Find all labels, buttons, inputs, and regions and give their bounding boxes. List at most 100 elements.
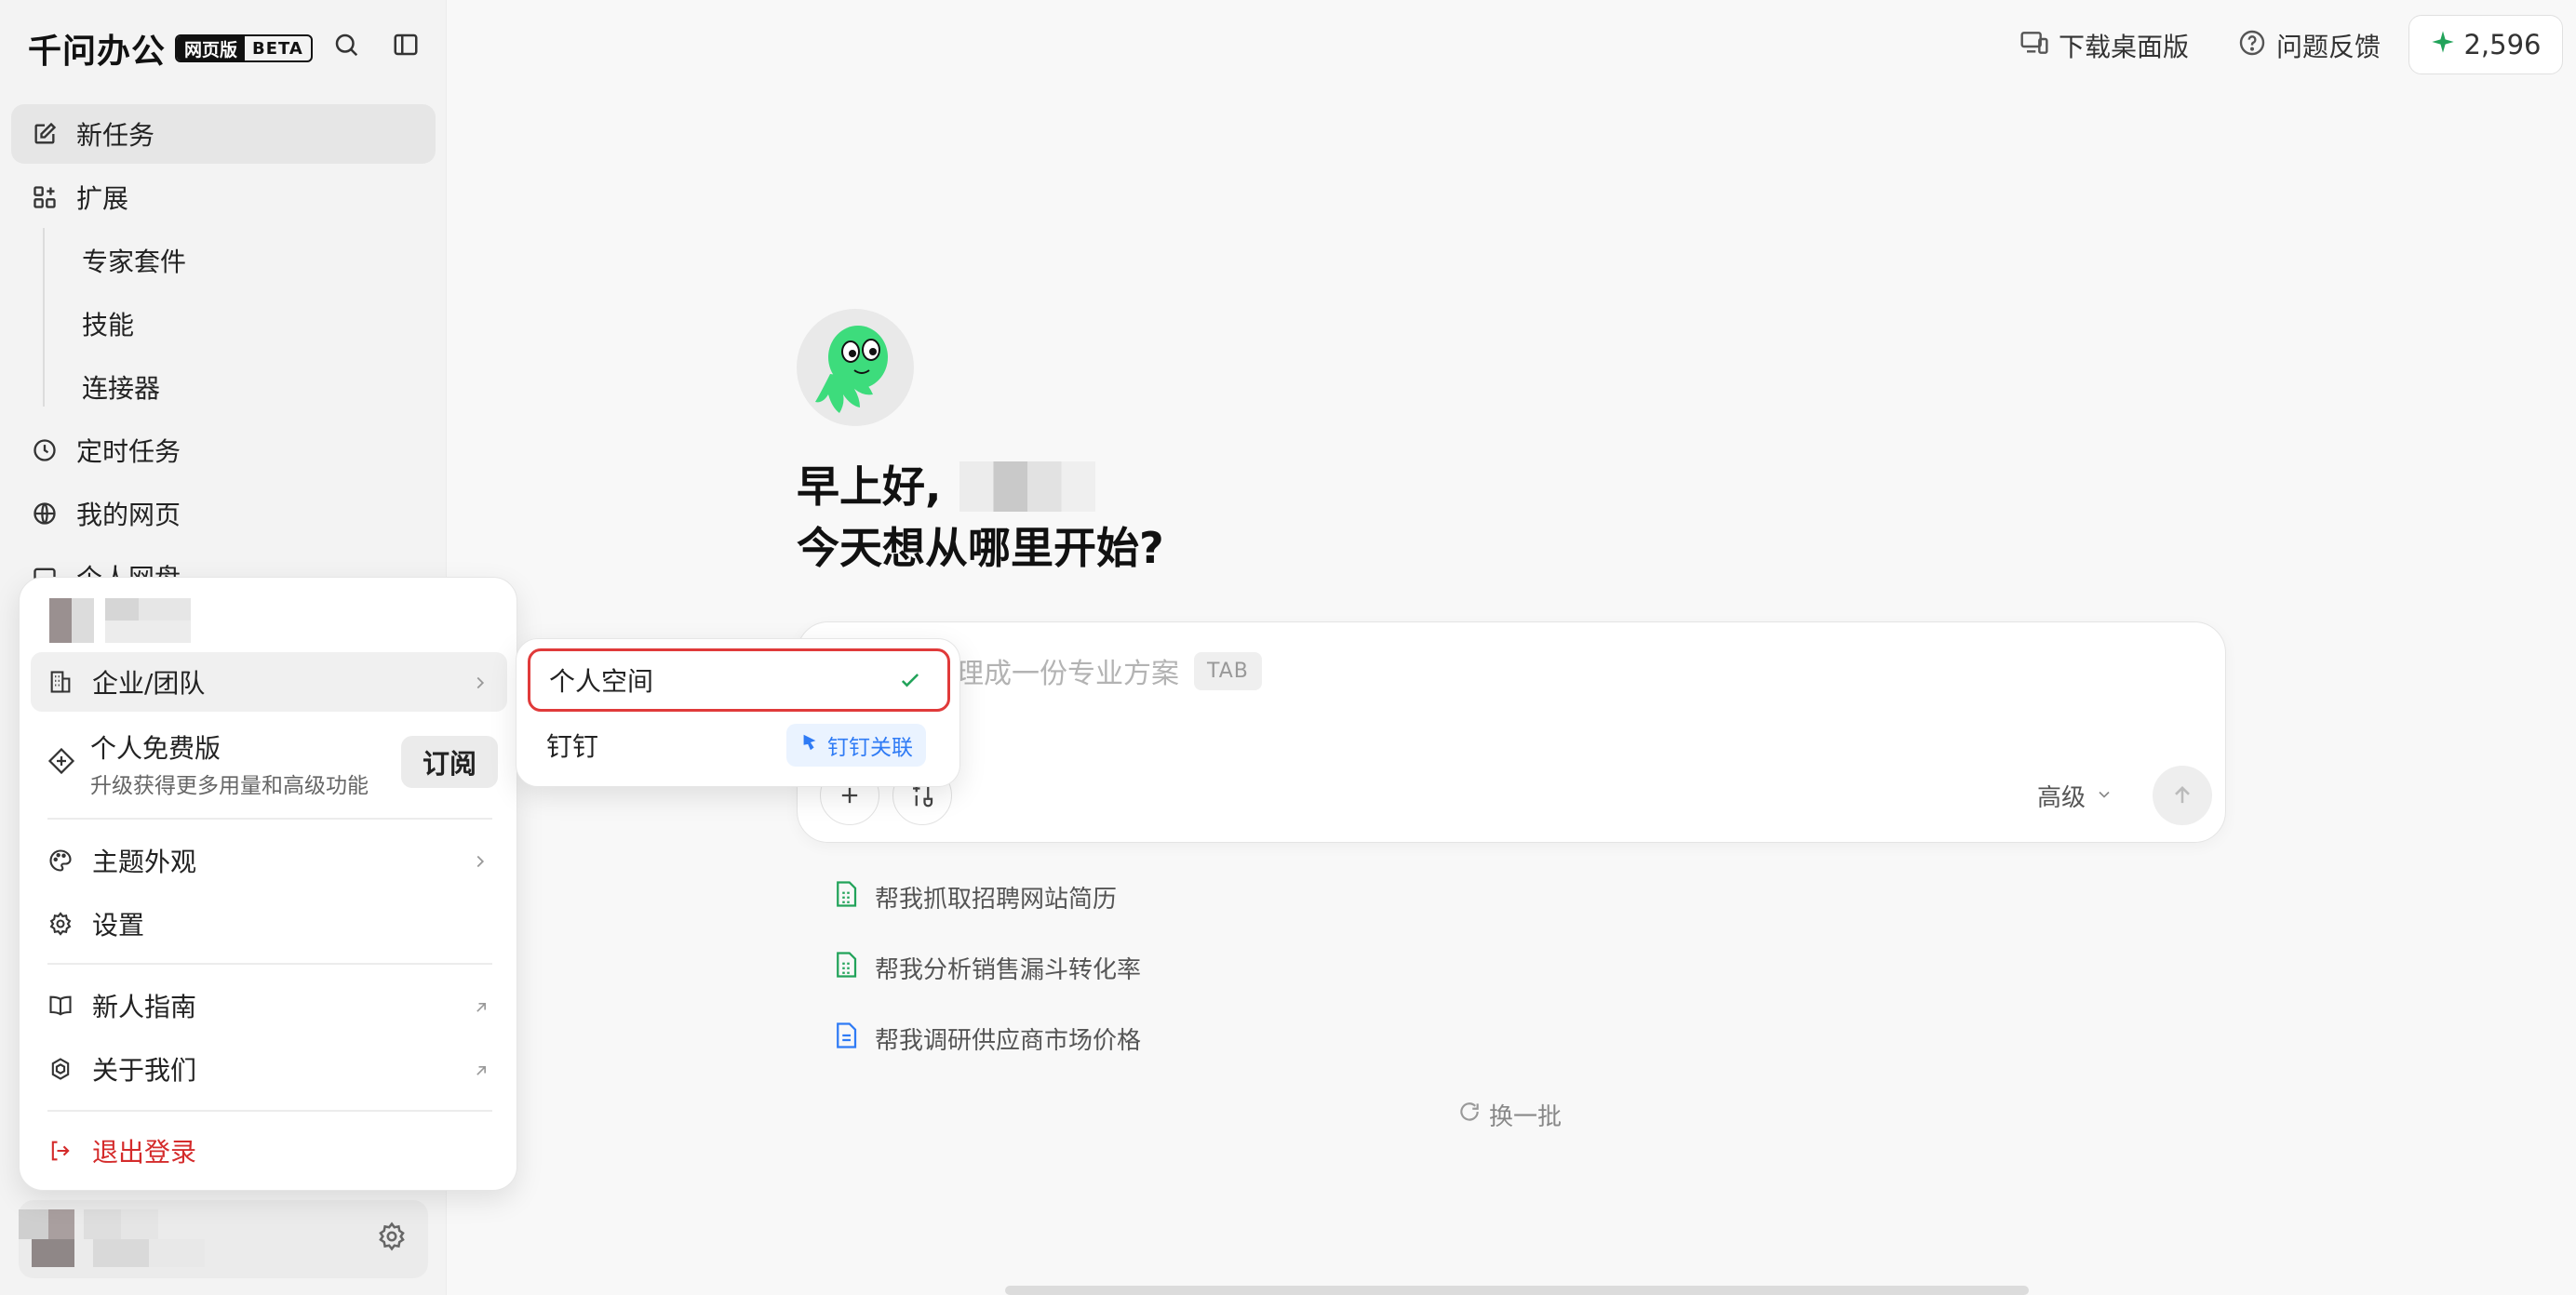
chevron-right-icon (470, 669, 490, 700)
brand-tag-web: 网页版 (177, 36, 246, 60)
workspace-dingtalk[interactable]: 钉钉 钉钉关联 (528, 714, 950, 777)
horizontal-scrollbar[interactable] (1005, 1286, 2029, 1295)
nav-skills[interactable]: 技能 (82, 296, 134, 352)
check-icon (897, 668, 923, 701)
edit-icon (28, 117, 61, 151)
suggestion-item[interactable]: 帮我调研供应商市场价格 (834, 1021, 1141, 1056)
spreadsheet-icon (834, 880, 858, 915)
menu-settings[interactable]: 设置 (31, 894, 507, 954)
credits-badge[interactable]: 2,596 (2408, 15, 2563, 74)
menu-about-label: 关于我们 (92, 1055, 197, 1086)
dingtalk-icon (799, 732, 820, 758)
menu-guide[interactable]: 新人指南 (31, 976, 507, 1035)
chevron-down-icon (2095, 782, 2113, 810)
plan-title: 个人免费版 (90, 733, 221, 764)
nav-new-task-label: 新任务 (76, 120, 155, 151)
nav-expert-suite[interactable]: 专家套件 (82, 233, 186, 288)
nav-connectors[interactable]: 连接器 (82, 359, 160, 415)
nav-new-task[interactable]: 新任务 (11, 104, 436, 164)
menu-settings-label: 设置 (92, 910, 145, 941)
sidebar-toggle-icon[interactable] (387, 26, 424, 63)
logout-icon (44, 1134, 77, 1168)
download-desktop-button[interactable]: 下载桌面版 (2019, 20, 2189, 71)
subnav-guide-line (43, 228, 45, 407)
brand-logo[interactable]: 千问办公 网页版 BETA (28, 24, 313, 73)
menu-team-label: 企业/团队 (92, 668, 206, 699)
menu-user-blurred (49, 598, 191, 643)
gear-icon (44, 907, 77, 941)
menu-guide-label: 新人指南 (92, 992, 197, 1022)
nav-scheduled-label: 定时任务 (76, 436, 181, 467)
prompt-input[interactable]: 理成一份专业方案 TAB (956, 650, 1262, 691)
prompt-input-card[interactable]: 理成一份专业方案 TAB 高级 (797, 621, 2226, 843)
greeting-line-2: 今天想从哪里开始? (797, 523, 1164, 573)
menu-logout-label: 退出登录 (92, 1137, 197, 1168)
nav-my-pages-label: 我的网页 (76, 500, 181, 530)
menu-logout[interactable]: 退出登录 (31, 1121, 507, 1181)
external-link-icon (472, 1056, 490, 1087)
dingtalk-link-button[interactable]: 钉钉关联 (786, 724, 926, 767)
feedback-button[interactable]: 问题反馈 (2237, 20, 2381, 71)
menu-divider (47, 963, 492, 965)
menu-theme[interactable]: 主题外观 (31, 831, 507, 890)
nav-scheduled[interactable]: 定时任务 (11, 421, 436, 480)
menu-about[interactable]: 关于我们 (31, 1039, 507, 1099)
subscribe-button[interactable]: 订阅 (401, 736, 498, 788)
help-circle-icon (2237, 28, 2267, 64)
chevron-right-icon (470, 848, 490, 878)
user-profile-bar[interactable] (19, 1200, 428, 1278)
gear-icon[interactable] (376, 1221, 408, 1256)
menu-divider (47, 818, 492, 820)
brand-tag-beta: BETA (252, 38, 303, 59)
advanced-dropdown[interactable]: 高级 (2037, 779, 2113, 813)
tab-hint: TAB (1194, 651, 1262, 690)
refresh-icon (1457, 1100, 1482, 1130)
advanced-label: 高级 (2036, 784, 2086, 812)
palette-icon (44, 844, 77, 877)
nav-my-pages[interactable]: 我的网页 (11, 484, 436, 543)
book-icon (44, 989, 77, 1022)
greeting-line-1: 早上好, (797, 461, 942, 512)
menu-theme-label: 主题外观 (92, 847, 197, 877)
search-icon[interactable] (328, 26, 365, 63)
prompt-placeholder: 理成一份专业方案 (956, 658, 1179, 690)
suggestion-label: 帮我调研供应商市场价格 (875, 1027, 1142, 1055)
menu-divider (47, 1110, 492, 1112)
suggestion-item[interactable]: 帮我分析销售漏斗转化率 (834, 951, 1141, 985)
clock-icon (28, 434, 61, 467)
suggestion-label: 帮我抓取招聘网站简历 (875, 886, 1118, 914)
nav-extensions[interactable]: 扩展 (11, 167, 436, 227)
feedback-label: 问题反馈 (2276, 32, 2381, 62)
globe-icon (28, 497, 61, 530)
grid-plus-icon (28, 180, 61, 214)
external-link-icon (472, 993, 490, 1023)
menu-team[interactable]: 企业/团队 (31, 652, 507, 712)
diamond-plus-icon (47, 747, 75, 779)
plan-subtitle: 升级获得更多用量和高级功能 (90, 774, 369, 798)
workspace-dingtalk-label: 钉钉 (546, 731, 599, 762)
user-name-blurred (959, 461, 1096, 512)
refresh-label: 换一批 (1489, 1103, 1563, 1131)
account-menu: 企业/团队 个人免费版 升级获得更多用量和高级功能 订阅 主题外观 设置 新人指… (19, 577, 517, 1191)
suggestion-label: 帮我分析销售漏斗转化率 (875, 956, 1142, 984)
brand-name: 千问办公 (28, 33, 167, 71)
workspace-personal[interactable]: 个人空间 (528, 648, 950, 712)
workspace-submenu: 个人空间 钉钉 钉钉关联 (516, 638, 960, 787)
refresh-suggestions-button[interactable]: 换一批 (1457, 1098, 1562, 1132)
credits-value: 2,596 (2463, 29, 2542, 60)
building-icon (44, 665, 77, 699)
download-desktop-label: 下载桌面版 (2059, 32, 2190, 62)
sparkle-icon (2430, 29, 2456, 61)
mascot-avatar (797, 309, 914, 426)
document-icon (834, 1021, 858, 1056)
dingtalk-link-label: 钉钉关联 (827, 736, 913, 760)
spreadsheet-icon (834, 951, 858, 985)
send-button[interactable] (2153, 766, 2212, 825)
desktop-download-icon (2019, 28, 2049, 64)
brand-knot-icon (44, 1052, 77, 1086)
greeting: 早上好, 今天想从哪里开始? (797, 456, 1164, 579)
workspace-personal-label: 个人空间 (549, 666, 654, 697)
brand-tag: 网页版 BETA (175, 34, 313, 62)
nav-extensions-label: 扩展 (76, 183, 129, 214)
suggestion-item[interactable]: 帮我抓取招聘网站简历 (834, 880, 1117, 915)
